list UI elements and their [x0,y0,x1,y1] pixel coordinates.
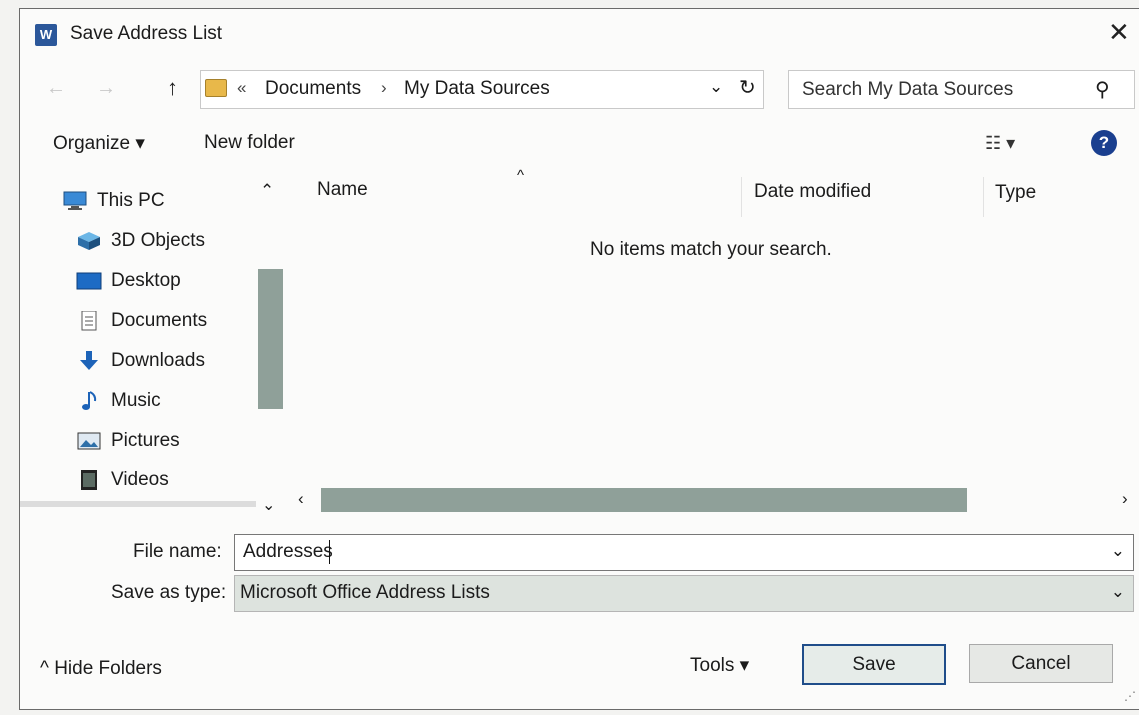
window-title: Save Address List [70,23,223,44]
sidebar-item-label: 3D Objects [111,230,205,251]
chevron-down-icon[interactable]: ⌄ [1111,582,1125,602]
save-as-type-label: Save as type: [111,582,227,603]
hide-folders-button[interactable]: ^ Hide Folders [40,658,162,680]
sidebar-item-desktop[interactable]: Desktop [76,270,181,292]
pictures-icon [77,432,101,450]
file-name-label: File name: [133,541,222,562]
organize-button[interactable]: Organize ▾ [53,132,145,155]
sidebar-item-label: Pictures [111,430,180,451]
view-options-icon[interactable]: ☷ ▾ [985,133,1015,154]
desktop-icon [76,272,102,290]
sort-indicator-icon: ^ [517,167,525,184]
file-name-field[interactable]: Addresses ⌄ [234,534,1134,571]
file-name-value: Addresses [243,541,333,562]
column-divider[interactable] [983,177,984,217]
search-icon[interactable]: ⚲ [1095,77,1110,102]
computer-icon [63,191,87,210]
breadcrumb-documents[interactable]: Documents [265,78,361,100]
new-folder-button[interactable]: New folder [204,132,295,154]
sidebar-item-documents[interactable]: Documents [76,310,207,332]
cancel-button[interactable]: Cancel [969,644,1113,683]
word-icon: W [35,24,57,46]
forward-button[interactable]: → [96,77,116,100]
download-icon [80,351,98,370]
search-input[interactable]: Search My Data Sources ⚲ [788,70,1135,109]
help-icon[interactable]: ? [1091,130,1117,156]
chevron-down-icon[interactable]: ⌄ [709,77,723,97]
nav-scroll-down-button[interactable]: ⌄ [262,495,275,515]
resize-grip-icon[interactable]: ⋰ [1124,689,1136,703]
nav-scroll-up-button[interactable]: ⌃ [260,181,274,201]
search-placeholder: Search My Data Sources [802,79,1014,100]
save-as-type-value: Microsoft Office Address Lists [240,582,490,603]
document-icon [81,311,97,331]
refresh-icon[interactable]: ↻ [739,75,756,100]
scroll-left-button[interactable]: ‹ [298,489,304,509]
chevron-down-icon[interactable]: ⌄ [1111,541,1125,561]
nav-scrollbar-thumb[interactable] [258,269,283,409]
save-address-list-dialog: W Save Address List ✕ ← → ↑ « Documents … [19,8,1139,710]
sidebar-item-music[interactable]: Music [76,390,161,412]
sidebar-item-label: Downloads [111,350,205,371]
breadcrumb-my-data-sources[interactable]: My Data Sources [404,78,550,100]
address-bar[interactable]: « Documents › My Data Sources ⌄ ↻ [200,70,764,109]
column-divider[interactable] [741,177,742,217]
scroll-right-button[interactable]: › [1122,489,1128,509]
sidebar-item-pictures[interactable]: Pictures [76,430,180,452]
navigation-pane: This PC 3D Objects Desktop Documents Dow… [20,177,310,517]
column-header-date-modified[interactable]: Date modified [754,181,871,203]
empty-list-message: No items match your search. [590,239,832,260]
tools-menu-button[interactable]: Tools ▾ [690,654,749,677]
horizontal-scrollbar-thumb[interactable] [321,488,967,512]
video-icon [81,470,97,490]
save-button[interactable]: Save [802,644,946,685]
text-cursor [329,540,330,564]
sidebar-item-label: Desktop [111,270,181,291]
music-icon [82,391,97,410]
breadcrumb-overflow[interactable]: « [237,78,246,98]
folder-icon [205,79,227,97]
sidebar-item-label: This PC [97,190,165,211]
sidebar-item-downloads[interactable]: Downloads [76,350,205,372]
sidebar-item-label: Videos [111,469,169,490]
save-as-type-select[interactable]: Microsoft Office Address Lists ⌄ [234,575,1134,612]
sidebar-item-label: Music [111,390,161,411]
up-folder-button[interactable]: ↑ [167,75,178,101]
column-header-name[interactable]: Name [317,179,368,201]
sidebar-item-this-pc[interactable]: This PC [62,190,165,212]
breadcrumb-separator: › [381,78,387,97]
close-button[interactable]: ✕ [1108,19,1130,45]
column-header-type[interactable]: Type [995,182,1036,204]
back-button[interactable]: ← [46,77,66,100]
pane-divider[interactable] [20,501,256,507]
sidebar-item-videos[interactable]: Videos [76,469,169,491]
sidebar-item-label: Documents [111,310,208,331]
sidebar-item-3d-objects[interactable]: 3D Objects [76,230,205,252]
cube-icon [78,232,100,250]
